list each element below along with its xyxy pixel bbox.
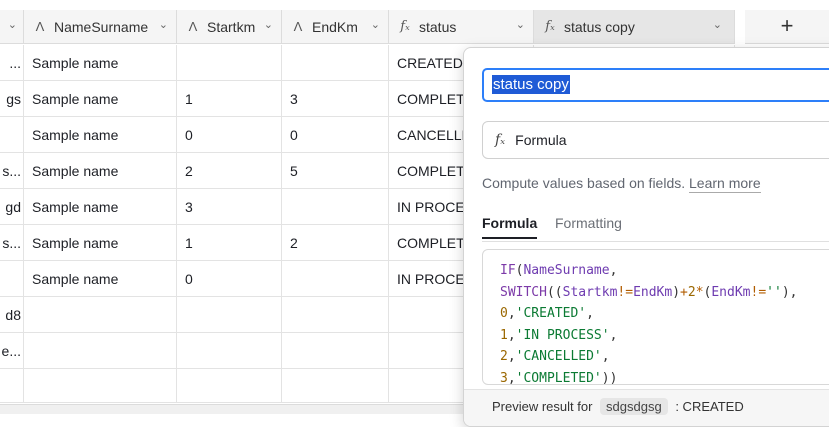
table-cell-name[interactable]: Sample name (24, 117, 177, 153)
chevron-down-icon[interactable]: ⌄ (516, 18, 525, 31)
table-cell-end[interactable]: 0 (282, 117, 389, 153)
table-cell-end[interactable] (282, 45, 389, 81)
formula-line: SWITCH((Startkm!=EndKm)+2*(EndKm!=''), (500, 284, 798, 300)
table-cell-c0[interactable]: s... (0, 225, 24, 261)
tab-formula[interactable]: Formula (482, 215, 538, 239)
table-cell-c0[interactable]: gd (0, 189, 24, 225)
column-header-label: Startkm (207, 18, 256, 35)
table-cell-start[interactable] (177, 45, 282, 81)
table-cell-name[interactable]: Sample name (24, 81, 177, 117)
description-text: Compute values based on fields. (482, 175, 686, 191)
formula-line: 1,'IN PROCESS', (500, 327, 618, 343)
selected-text: status copy (492, 75, 570, 94)
table-cell-empty[interactable] (282, 369, 389, 403)
table-cell-empty[interactable] (0, 369, 24, 403)
table-cell-name[interactable]: Sample name (24, 189, 177, 225)
table-cell-start[interactable]: 0 (177, 261, 282, 297)
chevron-down-icon[interactable]: ⌄ (264, 18, 273, 31)
formula-icon: fₓ (545, 19, 555, 34)
text-field-icon: Λ (293, 19, 303, 34)
formula-line: 3,'COMPLETED')) (500, 370, 618, 385)
table-cell-empty[interactable] (177, 369, 282, 403)
preview-result: : CREATED (675, 399, 744, 414)
table-cell-end[interactable] (282, 261, 389, 297)
column-header-label: EndKm (312, 18, 358, 35)
table-cell-end[interactable] (282, 333, 389, 369)
formula-line: 2,'CANCELLED', (500, 349, 610, 364)
table-cell-c0[interactable]: e... (0, 333, 24, 369)
table-cell-end[interactable]: 3 (282, 81, 389, 117)
table-cell-end[interactable]: 2 (282, 225, 389, 261)
table-cell-start[interactable]: 0 (177, 117, 282, 153)
table-cell-c0[interactable]: s... (0, 153, 24, 189)
table-cell-start[interactable]: 3 (177, 189, 282, 225)
formula-line: 0,'CREATED', (500, 306, 594, 321)
table-cell-start[interactable]: 1 (177, 225, 282, 261)
column-header-endkm[interactable]: Λ EndKm ⌄ (282, 10, 389, 44)
chevron-down-icon[interactable]: ⌄ (159, 18, 168, 31)
learn-more-link[interactable]: Learn more (689, 175, 761, 193)
formula-tabs: Formula Formatting (482, 215, 829, 242)
chevron-down-icon[interactable]: ⌄ (8, 18, 17, 31)
table-cell-name[interactable]: Sample name (24, 261, 177, 297)
column-header-status-copy[interactable]: fₓ status copy ⌄ (534, 10, 735, 44)
table-cell-c0[interactable]: gs (0, 81, 24, 117)
table-cell-c0[interactable]: ... (0, 45, 24, 81)
field-editor-panel: status copy fₓ Formula Compute values ba… (463, 47, 829, 427)
table-cell-start[interactable] (177, 333, 282, 369)
preview-label: Preview result for (492, 399, 593, 414)
table-cell-name[interactable] (24, 297, 177, 333)
table-cell-name[interactable]: Sample name (24, 153, 177, 189)
field-name-input[interactable]: status copy (482, 68, 829, 102)
table-cell-start[interactable]: 1 (177, 81, 282, 117)
table-cell-end[interactable] (282, 297, 389, 333)
column-header-status[interactable]: fₓ status ⌄ (389, 10, 534, 44)
field-description: Compute values based on fields. Learn mo… (482, 175, 761, 193)
table-cell-start[interactable]: 2 (177, 153, 282, 189)
preview-bar: Preview result for sdgsdgsg : CREATED (464, 389, 829, 426)
add-column-button[interactable]: + (745, 10, 829, 44)
tab-formatting[interactable]: Formatting (555, 215, 622, 237)
column-header-label: NameSurname (54, 18, 149, 35)
preview-record-chip[interactable]: sdgsdgsg (600, 398, 668, 415)
table-cell-name[interactable] (24, 333, 177, 369)
field-type-label: Formula (515, 132, 567, 148)
column-header-startkm[interactable]: Λ Startkm ⌄ (177, 10, 282, 44)
chevron-down-icon[interactable]: ⌄ (371, 18, 380, 31)
formula-icon: fₓ (400, 19, 410, 34)
plus-icon: + (780, 13, 794, 38)
formula-line: IF(NameSurname, (500, 263, 618, 278)
field-type-select[interactable]: fₓ Formula (482, 121, 829, 159)
table-cell-end[interactable]: 5 (282, 153, 389, 189)
table-cell-name[interactable]: Sample name (24, 225, 177, 261)
table-cell-start[interactable] (177, 297, 282, 333)
column-header-first[interactable]: ⌄ (0, 10, 24, 44)
table-cell-c0[interactable] (0, 117, 24, 153)
text-field-icon: Λ (188, 19, 198, 34)
table-cell-c0[interactable]: d8 (0, 297, 24, 333)
column-header-label: status copy (564, 18, 635, 35)
chevron-down-icon[interactable]: ⌄ (713, 18, 722, 31)
table-cell-c0[interactable] (0, 261, 24, 297)
formula-icon: fₓ (495, 132, 506, 148)
table-cell-empty[interactable] (24, 369, 177, 403)
column-header-label: status (419, 18, 457, 35)
formula-editor[interactable]: IF(NameSurname, SWITCH((Startkm!=EndKm)+2… (482, 249, 829, 385)
table-cell-name[interactable]: Sample name (24, 45, 177, 81)
table-cell-end[interactable] (282, 189, 389, 225)
column-header-namesurname[interactable]: Λ NameSurname ⌄ (24, 10, 177, 44)
text-field-icon: Λ (35, 19, 45, 34)
